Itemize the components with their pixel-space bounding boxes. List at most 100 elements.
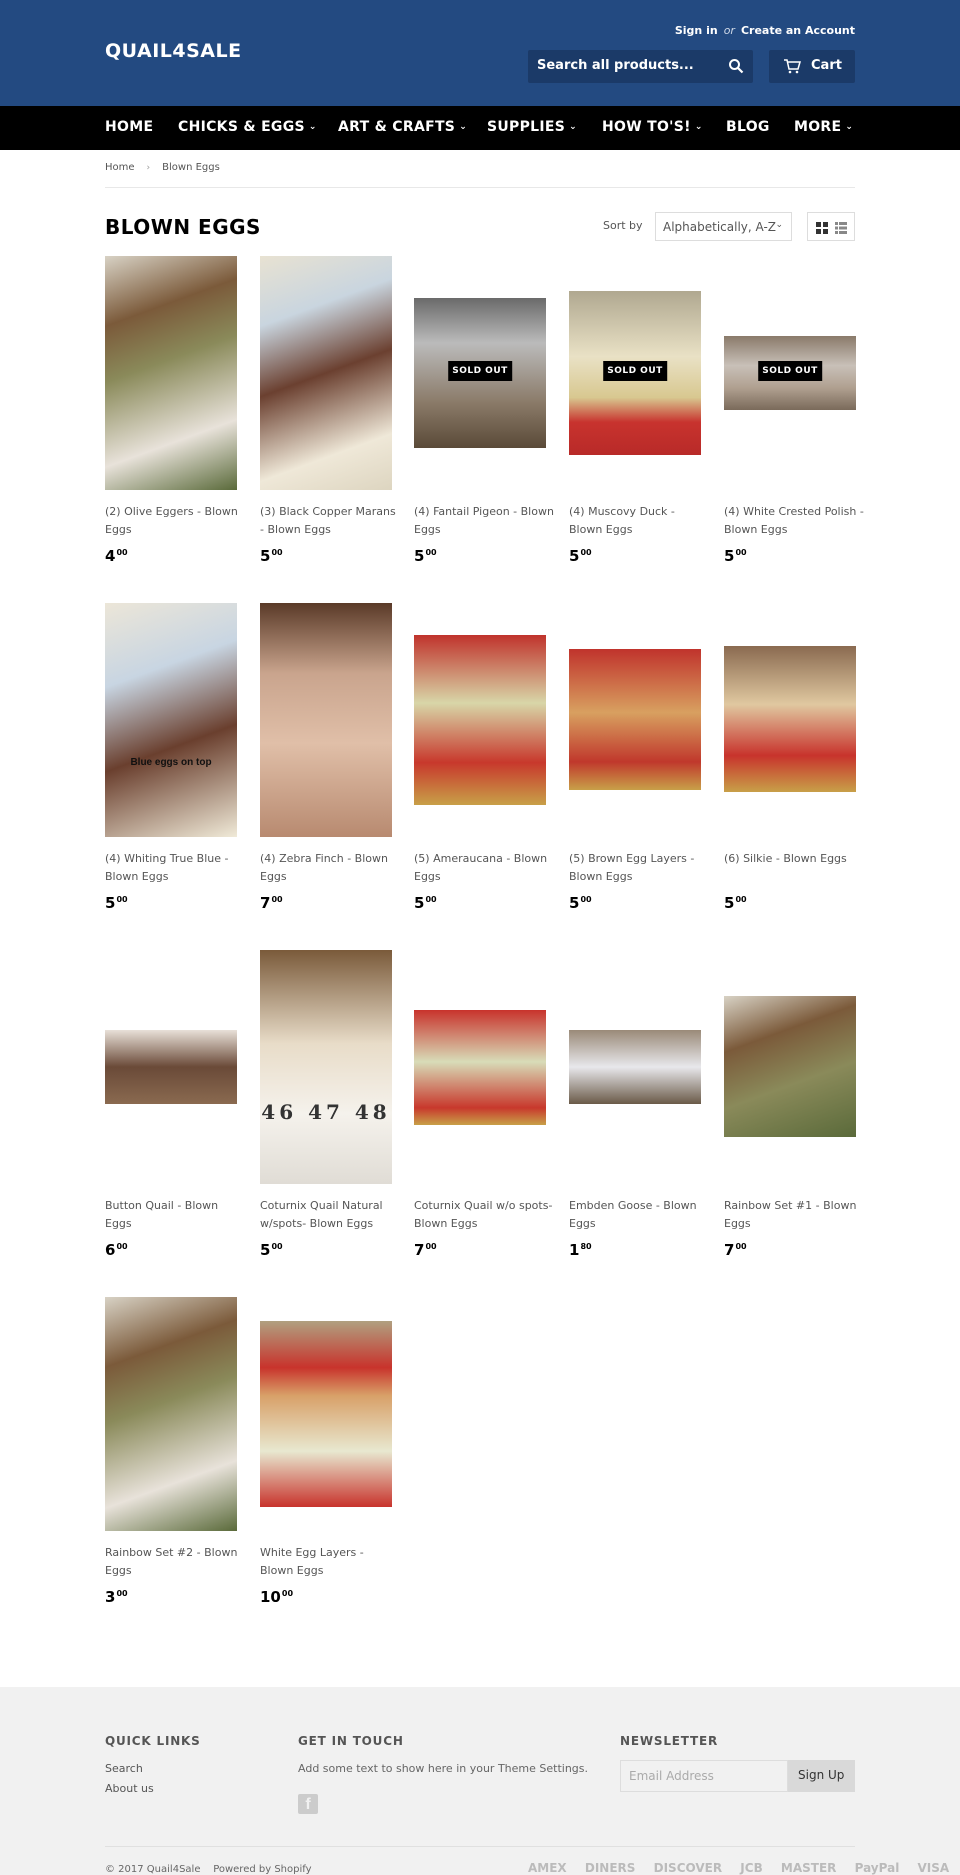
nav-item-how-tos[interactable]: HOW TO'S! ⌄ [602, 119, 703, 135]
or-text: or [723, 24, 735, 37]
breadcrumb-divider [105, 187, 855, 188]
price-main: 5 [260, 547, 271, 565]
sign-up-label: Sign Up [798, 1768, 845, 1782]
view-toggle [807, 212, 855, 241]
footer-link-search[interactable]: Search [105, 1762, 143, 1775]
product-title[interactable]: (4) Muscovy Duck - Blown Eggs [569, 503, 709, 539]
product-card[interactable]: Button Quail - Blown Eggs 600 [105, 950, 237, 1259]
product-title[interactable]: (4) White Crested Polish - Blown Eggs [724, 503, 864, 539]
product-card[interactable]: 46 47 48 Coturnix Quail Natural w/spots- … [260, 950, 392, 1259]
nav-label: ART & CRAFTS [338, 119, 456, 135]
nav-item-supplies[interactable]: SUPPLIES ⌄ [487, 119, 577, 135]
product-title[interactable]: (4) Zebra Finch - Blown Eggs [260, 850, 400, 886]
price-cents: 00 [425, 895, 437, 904]
price-cents: 00 [116, 1589, 128, 1598]
cart-button[interactable]: Cart [769, 50, 855, 83]
product-image-area [724, 603, 856, 837]
product-image-area: 46 47 48 [260, 950, 392, 1184]
product-title[interactable]: (2) Olive Eggers - Blown Eggs [105, 503, 245, 539]
product-title[interactable]: Rainbow Set #1 - Blown Eggs [724, 1197, 864, 1233]
product-card[interactable]: (5) Brown Egg Layers - Blown Eggs 500 [569, 603, 701, 912]
product-price: 500 [569, 547, 592, 565]
breadcrumb-home[interactable]: Home [105, 162, 135, 173]
product-card[interactable]: (5) Ameraucana - Blown Eggs 500 [414, 603, 547, 912]
footer-link-about[interactable]: About us [105, 1782, 154, 1795]
product-title[interactable]: Coturnix Quail w/o spots- Blown Eggs [414, 1197, 554, 1233]
product-image[interactable] [414, 1010, 546, 1125]
search-input[interactable]: Search all products... [528, 50, 753, 83]
product-image[interactable] [105, 1030, 237, 1104]
product-image-area: Blue eggs on top [105, 603, 237, 837]
nav-item-chicks-eggs[interactable]: CHICKS & EGGS ⌄ [178, 119, 317, 135]
price-main: 6 [105, 1241, 116, 1259]
product-card[interactable]: Coturnix Quail w/o spots- Blown Eggs 700 [414, 950, 552, 1259]
product-price: 600 [105, 1241, 128, 1259]
product-card[interactable]: Blue eggs on top (4) Whiting True Blue - … [105, 603, 237, 912]
product-card[interactable]: (3) Black Copper Marans - Blown Eggs 500 [260, 256, 396, 565]
product-card[interactable]: SOLD OUT (4) Muscovy Duck - Blown Eggs 500 [569, 256, 701, 565]
product-title[interactable]: (6) Silkie - Blown Eggs [724, 850, 864, 868]
product-title[interactable]: (4) Fantail Pigeon - Blown Eggs [414, 503, 554, 539]
product-card[interactable]: (2) Olive Eggers - Blown Eggs 400 [105, 256, 238, 565]
product-card[interactable]: (6) Silkie - Blown Eggs 500 [724, 603, 856, 912]
grid-view-icon[interactable] [816, 222, 828, 234]
create-account-link[interactable]: Create an Account [741, 24, 855, 37]
product-image[interactable] [105, 1297, 237, 1531]
breadcrumb-separator: › [146, 163, 151, 173]
product-card[interactable]: White Egg Layers - Blown Eggs 1000 [260, 1297, 392, 1606]
product-image[interactable] [569, 649, 701, 790]
product-image[interactable] [260, 603, 392, 837]
price-main: 7 [724, 1241, 735, 1259]
nav-item-blog[interactable]: BLOG [726, 119, 770, 135]
product-image-area [260, 256, 392, 490]
product-card[interactable]: Rainbow Set #2 - Blown Eggs 300 [105, 1297, 237, 1606]
sort-select[interactable]: Alphabetically, A-Z ⌄ [655, 212, 792, 241]
product-card[interactable]: SOLD OUT (4) White Crested Polish - Blown… [724, 256, 864, 565]
facebook-icon[interactable]: f [298, 1794, 318, 1814]
product-image[interactable]: 46 47 48 [260, 950, 392, 1184]
product-image[interactable] [724, 996, 856, 1137]
nav-item-more[interactable]: MORE ⌄ [794, 119, 853, 135]
nav-item-art-crafts[interactable]: ART & CRAFTS ⌄ [338, 119, 467, 135]
product-title[interactable]: Embden Goose - Blown Eggs [569, 1197, 709, 1233]
product-price: 1000 [260, 1588, 293, 1606]
search-icon[interactable] [728, 58, 744, 74]
product-title[interactable]: (4) Whiting True Blue - Blown Eggs [105, 850, 245, 886]
breadcrumb: Home › Blown Eggs [105, 162, 220, 173]
list-view-icon[interactable] [835, 222, 847, 234]
product-image[interactable] [569, 1030, 701, 1104]
product-card[interactable]: Embden Goose - Blown Eggs 180 [569, 950, 701, 1259]
sign-up-button[interactable]: Sign Up [788, 1760, 855, 1792]
product-image[interactable] [260, 1321, 392, 1507]
product-title[interactable]: (5) Ameraucana - Blown Eggs [414, 850, 554, 886]
product-title[interactable]: Button Quail - Blown Eggs [105, 1197, 245, 1233]
product-title[interactable]: (3) Black Copper Marans - Blown Eggs [260, 503, 400, 539]
product-title[interactable]: Coturnix Quail Natural w/spots- Blown Eg… [260, 1197, 400, 1233]
product-image[interactable]: Blue eggs on top [105, 603, 237, 837]
price-main: 5 [569, 547, 580, 565]
visa-icon: VISA [917, 1861, 950, 1875]
price-main: 5 [260, 1241, 271, 1259]
product-title[interactable]: Rainbow Set #2 - Blown Eggs [105, 1544, 245, 1580]
price-main: 5 [724, 547, 735, 565]
product-image-area [414, 950, 546, 1184]
product-title[interactable]: White Egg Layers - Blown Eggs [260, 1544, 400, 1580]
product-image[interactable] [260, 256, 392, 490]
product-price: 700 [260, 894, 283, 912]
product-image[interactable] [724, 646, 856, 792]
price-main: 7 [260, 894, 271, 912]
email-field[interactable]: Email Address [620, 1760, 788, 1792]
site-logo[interactable]: QUAIL4SALE [105, 40, 242, 62]
powered-by-link[interactable]: Powered by Shopify [213, 1864, 311, 1875]
search-placeholder: Search all products... [537, 58, 694, 73]
product-title[interactable]: (5) Brown Egg Layers - Blown Eggs [569, 850, 709, 886]
product-image[interactable] [414, 635, 546, 805]
product-image[interactable] [105, 256, 237, 490]
product-card[interactable]: (4) Zebra Finch - Blown Eggs 700 [260, 603, 392, 912]
product-card[interactable]: SOLD OUT (4) Fantail Pigeon - Blown Eggs 5… [414, 256, 554, 565]
product-card[interactable]: Rainbow Set #1 - Blown Eggs 700 [724, 950, 856, 1259]
email-placeholder: Email Address [629, 1769, 714, 1783]
nav-item-home[interactable]: HOME [105, 119, 153, 135]
sign-in-link[interactable]: Sign in [675, 24, 718, 37]
breadcrumb-current: Blown Eggs [162, 162, 220, 173]
